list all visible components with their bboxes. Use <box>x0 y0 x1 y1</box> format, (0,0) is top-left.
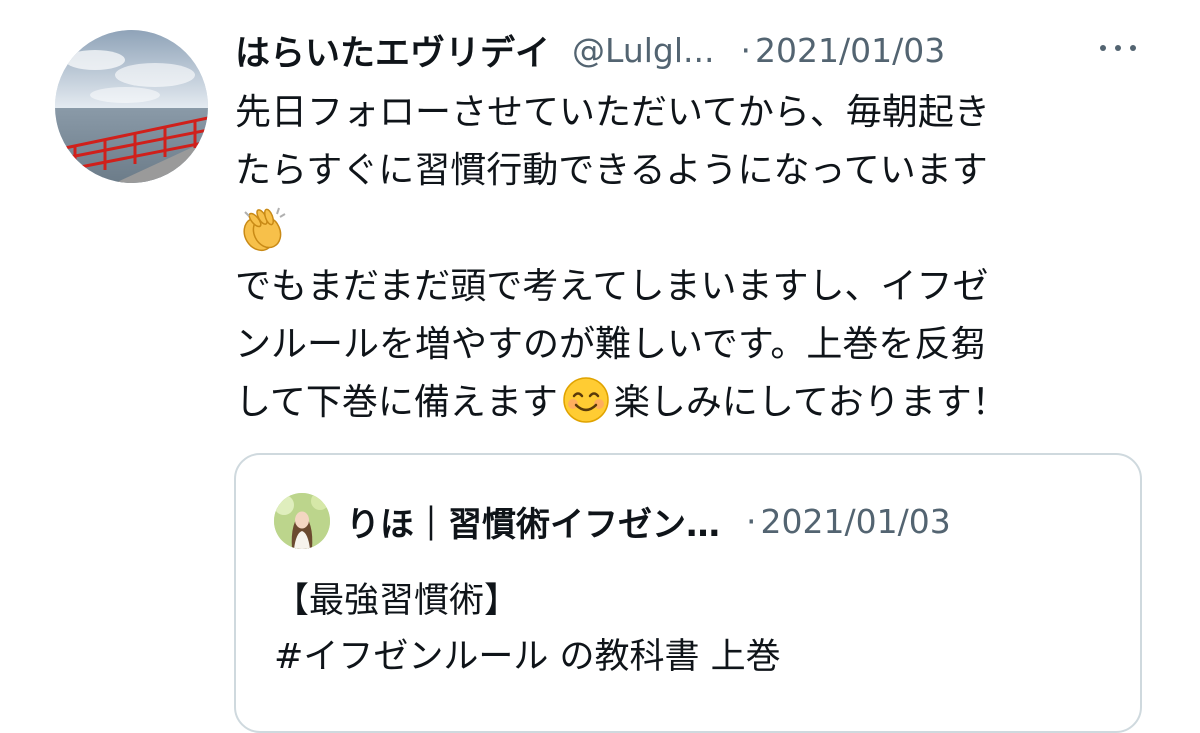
avatar[interactable] <box>55 30 208 183</box>
tweet-text-line: ンルールを増やすのが難しいです。上巻を反芻 <box>235 324 987 365</box>
tweet-text-line-with-emoji: して下巻に備えます 楽しみにしております！ <box>235 374 1155 432</box>
more-dot <box>1100 45 1106 51</box>
separator-dot: · <box>746 501 757 541</box>
separator-dot: · <box>740 30 752 70</box>
user-handle[interactable]: @Lulgl... <box>572 31 714 70</box>
tweet-text-segment: 楽しみにしております！ <box>613 382 1008 423</box>
tweet-emoji-line <box>235 200 1155 258</box>
smiling-face-emoji <box>563 377 609 423</box>
clapping-hands-emoji <box>243 207 286 252</box>
tweet-text-line: たらすぐに習慣行動できるようになっています <box>235 150 988 191</box>
profile-photo-woman <box>274 493 330 549</box>
tweet-date[interactable]: 2021/01/03 <box>755 31 945 70</box>
quoted-avatar[interactable] <box>274 493 330 549</box>
quoted-header: りほ｜習慣術イフゼン… · 2021/01/03 <box>346 493 1126 549</box>
tweet-header: はらいたエヴリデイ @Lulgl... · 2021/01/03 <box>235 22 1135 78</box>
quoted-display-name[interactable]: りほ｜習慣術イフゼン… <box>346 497 720 546</box>
more-horizontal-icon[interactable] <box>1098 34 1138 62</box>
quoted-tweet[interactable]: りほ｜習慣術イフゼン… · 2021/01/03 【最強習慣術】 #イフゼンルー… <box>234 453 1142 733</box>
tweet-text-segment: して下巻に備えます <box>235 382 558 423</box>
tweet-text: 先日フォローさせていただいてから、毎朝起き たらすぐに習慣行動できるようになって… <box>235 84 1155 432</box>
profile-photo-sea-railing <box>55 30 208 183</box>
quoted-date[interactable]: 2021/01/03 <box>761 502 951 541</box>
tweet-text-line: 先日フォローさせていただいてから、毎朝起き <box>235 92 990 133</box>
quoted-text-line: #イフゼンルール の教科書 上巻 <box>274 637 781 677</box>
display-name[interactable]: はらいたエヴリデイ <box>235 25 550 76</box>
tweet-text-line: でもまだまだ頭で考えてしまいますし、イフゼ <box>235 266 989 307</box>
quoted-text-line: 【最強習慣術】 <box>274 581 520 621</box>
quoted-text: 【最強習慣術】 #イフゼンルール の教科書 上巻 <box>274 573 1114 685</box>
more-dot <box>1115 45 1121 51</box>
more-dot <box>1130 45 1136 51</box>
